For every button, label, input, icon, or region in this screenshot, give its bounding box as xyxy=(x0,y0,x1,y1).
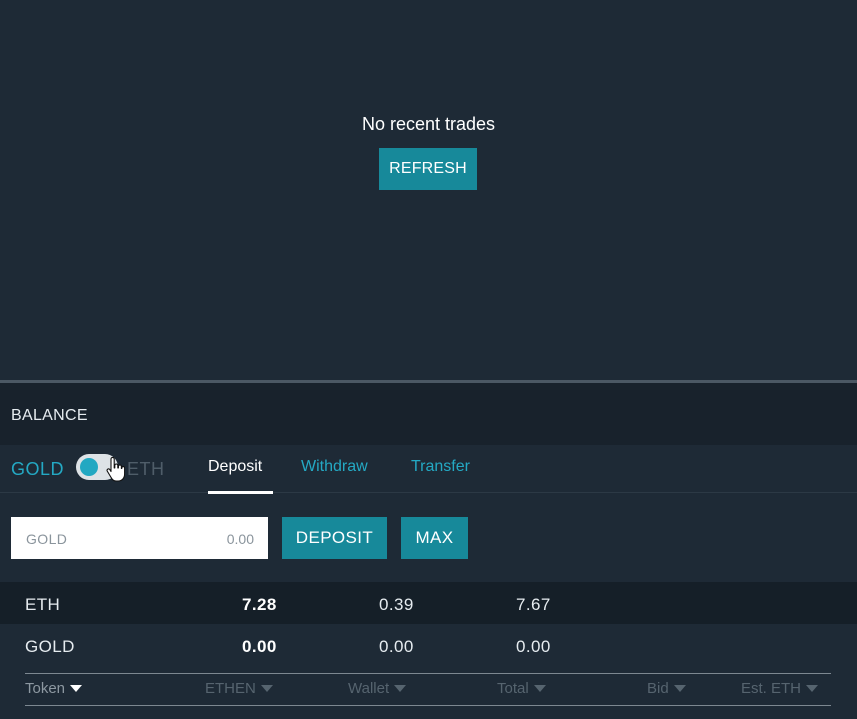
sort-caret-icon xyxy=(673,685,686,692)
toggle-knob xyxy=(80,458,98,476)
cell-total: 0.00 xyxy=(516,637,551,656)
sort-caret-icon xyxy=(394,685,407,692)
tab-transfer[interactable]: Transfer xyxy=(411,458,470,476)
column-header-label: Bid xyxy=(647,680,669,697)
column-header-label: ETHEN xyxy=(205,680,256,697)
deposit-form: GOLD 0.00 DEPOSIT MAX xyxy=(0,494,857,580)
column-header-label: Token xyxy=(25,680,66,697)
cell-token: ETH xyxy=(25,595,61,614)
toggle-label-eth[interactable]: ETH xyxy=(127,459,165,480)
tab-withdraw[interactable]: Withdraw xyxy=(301,458,368,476)
cell-total: 7.67 xyxy=(516,595,551,614)
amount-token-label: GOLD xyxy=(26,531,68,547)
tab-deposit[interactable]: Deposit xyxy=(208,458,262,476)
header-bottom-border xyxy=(25,705,831,706)
hand-cursor-icon xyxy=(106,457,125,482)
column-header-label: Est. ETH xyxy=(741,680,802,697)
column-header-bid[interactable]: Bid xyxy=(647,680,686,697)
deposit-amount-input[interactable]: GOLD 0.00 xyxy=(11,517,268,559)
column-header-total[interactable]: Total xyxy=(497,680,546,697)
sort-caret-icon xyxy=(533,685,546,692)
refresh-button[interactable]: REFRESH xyxy=(379,148,477,190)
cell-wallet: 0.00 xyxy=(379,637,414,656)
header-top-border xyxy=(25,673,831,674)
balance-table: ETH 7.28 0.39 7.67 GOLD 0.00 0.00 0.00 T… xyxy=(0,580,857,719)
balance-toolbar: GOLD ETH Deposit Withdraw Transfer xyxy=(0,445,857,494)
column-header-token[interactable]: Token xyxy=(25,680,83,697)
sort-caret-icon xyxy=(70,685,83,692)
sort-caret-icon xyxy=(260,685,273,692)
cell-token: GOLD xyxy=(25,637,75,656)
toggle-label-gold[interactable]: GOLD xyxy=(11,459,64,480)
amount-placeholder: 0.00 xyxy=(226,531,254,547)
column-header-est-eth[interactable]: Est. ETH xyxy=(741,680,819,697)
max-button[interactable]: MAX xyxy=(401,517,468,559)
cell-ethen: 7.28 xyxy=(242,595,277,614)
column-header-label: Total xyxy=(497,680,529,697)
cell-wallet: 0.39 xyxy=(379,595,414,614)
app-root: No recent trades REFRESH BALANCE GOLD ET… xyxy=(0,0,857,719)
cell-ethen: 0.00 xyxy=(242,637,277,656)
column-header-wallet[interactable]: Wallet xyxy=(348,680,407,697)
table-row[interactable]: GOLD 0.00 0.00 0.00 xyxy=(0,624,857,668)
no-trades-message: No recent trades xyxy=(361,114,496,134)
balance-title: BALANCE xyxy=(11,407,88,424)
column-header-label: Wallet xyxy=(348,680,390,697)
deposit-button[interactable]: DEPOSIT xyxy=(282,517,387,559)
column-header-ethen[interactable]: ETHEN xyxy=(205,680,273,697)
sort-caret-icon xyxy=(806,685,819,692)
table-row[interactable]: ETH 7.28 0.39 7.67 xyxy=(0,582,857,626)
recent-trades-panel: No recent trades REFRESH xyxy=(0,0,857,380)
balance-header: BALANCE xyxy=(0,383,857,445)
